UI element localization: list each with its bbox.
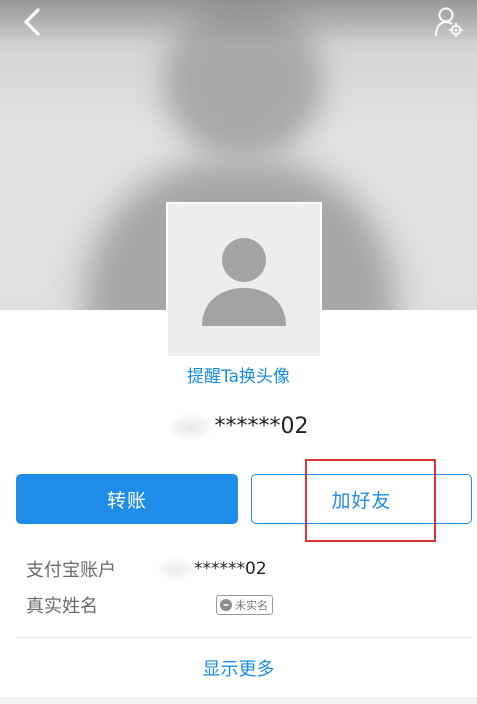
masked-blur <box>158 558 194 580</box>
person-settings-icon <box>435 7 464 38</box>
profile-settings-button[interactable] <box>427 2 471 42</box>
transfer-button[interactable]: 转账 <box>16 474 238 524</box>
account-value: ******02 <box>158 558 267 580</box>
unverified-badge-text: 未实名 <box>235 599 268 612</box>
account-value-text: ******02 <box>194 559 267 579</box>
real-name-label: 真实姓名 <box>26 596 98 617</box>
avatar[interactable] <box>166 202 322 358</box>
show-more-button[interactable]: 显示更多 <box>0 655 477 681</box>
info-row-real-name: 真实姓名 未实名 <box>26 590 456 620</box>
top-shade <box>0 0 477 45</box>
remind-change-avatar-link[interactable]: 提醒Ta换头像 <box>0 362 477 387</box>
add-friend-button[interactable]: 加好友 <box>251 474 472 524</box>
divider <box>16 637 472 638</box>
bottom-strip <box>0 697 477 704</box>
chevron-left-icon <box>24 8 40 36</box>
masked-avatar-blur <box>168 414 213 440</box>
account-masked-text: ******02 <box>214 414 309 439</box>
minus-circle-icon <box>220 599 232 611</box>
back-button[interactable] <box>10 2 54 42</box>
unverified-badge: 未实名 <box>216 595 273 615</box>
info-row-account: 支付宝账户 ******02 <box>26 554 456 584</box>
default-avatar-icon <box>202 238 286 326</box>
account-display: ******02 <box>0 414 477 440</box>
real-name-value: 未实名 <box>192 595 273 615</box>
